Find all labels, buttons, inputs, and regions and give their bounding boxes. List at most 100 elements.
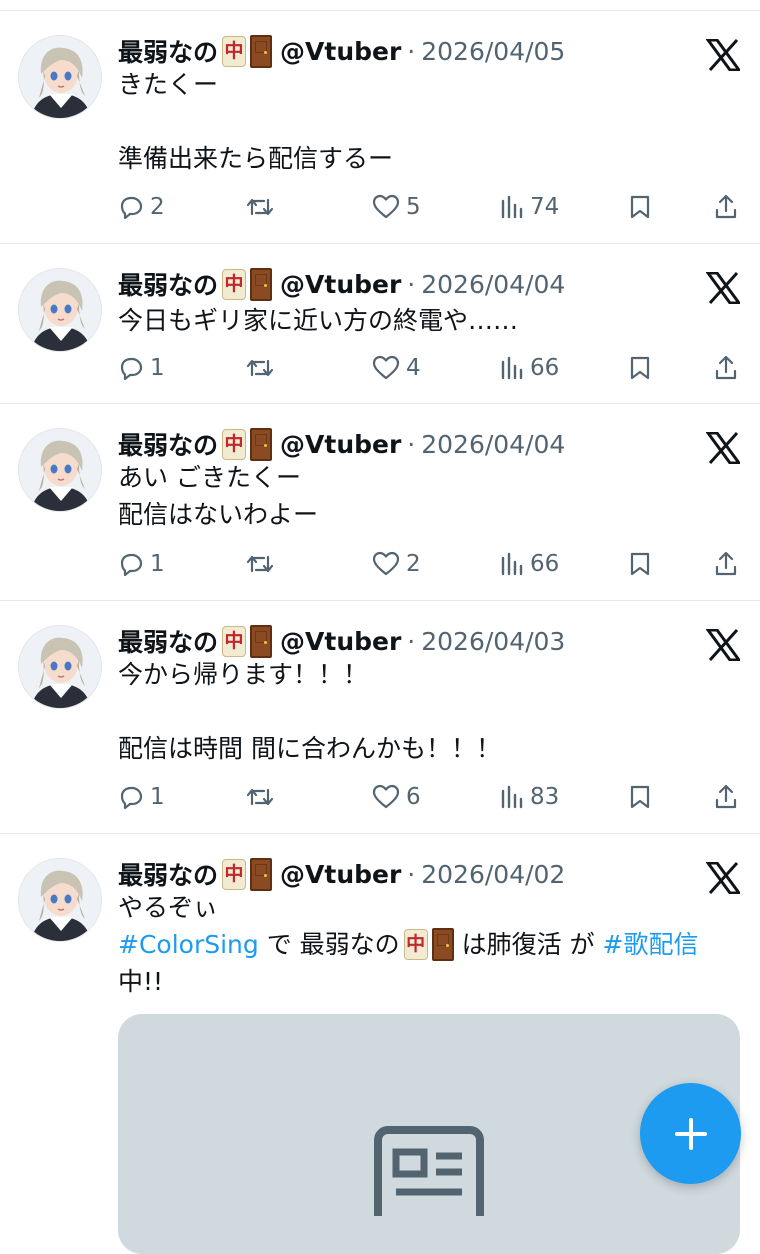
tweet-text-line: #ColorSing で 最弱なの 中 は肺復活 が #歌配信 — [118, 926, 740, 963]
avatar[interactable] — [18, 625, 102, 709]
tweet-text-line — [118, 693, 740, 730]
tweet-text: やるぞぃ #ColorSing で 最弱なの 中 は肺復活 が #歌配信 中!! — [118, 889, 740, 1000]
tweet-text-fragment: で — [258, 930, 300, 959]
reply-icon — [120, 357, 143, 381]
tweet-text: きたくー 準備出来たら配信するー — [118, 66, 740, 177]
bookmark-icon — [630, 552, 650, 576]
like-button[interactable]: 4 — [372, 348, 421, 388]
heart-icon — [372, 194, 400, 219]
share-button[interactable] — [714, 777, 744, 817]
heart-icon — [372, 784, 400, 809]
tweet-actions: 1 2 66 — [0, 544, 760, 584]
tweet-text-line — [118, 103, 740, 140]
retweet-icon — [246, 359, 274, 377]
like-count: 2 — [406, 551, 421, 577]
tweet-header: 最弱なの 中 @Vtuber · 2026/04/03 — [118, 621, 565, 661]
author-name[interactable]: 最弱なの — [118, 856, 218, 892]
door-emoji — [250, 427, 273, 461]
author-handle[interactable]: @Vtuber — [280, 627, 401, 656]
views-button[interactable]: 66 — [500, 348, 559, 388]
tweet-date[interactable]: 2026/04/04 — [421, 430, 565, 459]
like-button[interactable]: 5 — [372, 187, 421, 227]
like-count: 5 — [406, 194, 421, 220]
heart-icon — [372, 355, 400, 380]
article-icon — [374, 1126, 484, 1216]
tweet[interactable]: 最弱なの 中 @Vtuber · 2026/04/05 きたくー 準備出来たら配… — [0, 11, 760, 244]
hashtag-link[interactable]: #ColorSing — [118, 926, 259, 963]
views-count: 66 — [530, 355, 560, 381]
avatar[interactable] — [18, 428, 102, 512]
bookmark-button[interactable] — [629, 348, 657, 388]
door-emoji — [250, 624, 273, 658]
mahjong-tile-emoji: 中 — [222, 428, 247, 460]
reply-button[interactable]: 2 — [118, 187, 165, 227]
share-button[interactable] — [714, 187, 744, 227]
views-icon — [501, 195, 523, 219]
tweet-header: 最弱なの 中 @Vtuber · 2026/04/02 — [118, 854, 565, 894]
avatar[interactable] — [18, 268, 102, 352]
tweet-text: あい ごきたくー 配信はないわよー — [118, 459, 740, 533]
reply-icon — [120, 553, 143, 577]
separator: · — [407, 859, 416, 889]
retweet-button[interactable] — [246, 544, 280, 584]
author-name[interactable]: 最弱なの — [118, 266, 218, 302]
tweet-actions: 1 6 83 — [0, 777, 760, 817]
share-icon — [715, 551, 737, 576]
tweet-actions: 2 5 74 — [0, 187, 760, 227]
tweet-text-line: きたくー — [118, 70, 219, 99]
bookmark-button[interactable] — [629, 544, 657, 584]
tweet-text-line: あい ごきたくー — [118, 463, 301, 492]
author-name[interactable]: 最弱なの — [118, 33, 218, 69]
share-button[interactable] — [714, 544, 744, 584]
tweet-date[interactable]: 2026/04/05 — [421, 37, 565, 66]
author-name[interactable]: 最弱なの — [118, 623, 218, 659]
tweet[interactable]: 最弱なの 中 @Vtuber · 2026/04/03 今から帰ります！！！ 配… — [0, 601, 760, 834]
avatar[interactable] — [18, 858, 102, 942]
tweet-text-line: 今日もギリ家に近い方の終電や…… — [118, 306, 519, 335]
bookmark-button[interactable] — [629, 187, 657, 227]
views-button[interactable]: 66 — [500, 544, 559, 584]
retweet-button[interactable] — [246, 777, 280, 817]
door-emoji — [431, 928, 454, 961]
tweet-date[interactable]: 2026/04/03 — [421, 627, 565, 656]
tweet-text-fragment: 最弱なの — [299, 930, 400, 959]
share-button[interactable] — [714, 348, 744, 388]
author-handle[interactable]: @Vtuber — [280, 270, 401, 299]
tweet-date[interactable]: 2026/04/04 — [421, 270, 565, 299]
heart-icon — [372, 551, 400, 576]
reply-count: 1 — [150, 784, 165, 810]
reply-button[interactable]: 1 — [118, 544, 165, 584]
views-button[interactable]: 83 — [500, 777, 559, 817]
tweet[interactable]: 最弱なの 中 @Vtuber · 2026/04/04 今日もギリ家に近い方の終… — [0, 244, 760, 404]
like-button[interactable]: 2 — [372, 544, 421, 584]
retweet-button[interactable] — [246, 348, 280, 388]
reply-count: 1 — [150, 551, 165, 577]
tweet[interactable]: 最弱なの 中 @Vtuber · 2026/04/04 あい ごきたくー 配信は… — [0, 404, 760, 601]
tweet-header: 最弱なの 中 @Vtuber · 2026/04/04 — [118, 424, 565, 464]
bookmark-button[interactable] — [629, 777, 657, 817]
separator: · — [407, 626, 416, 656]
tweet-text-line: 配信は時間 間に合わんかも！！！ — [118, 734, 501, 763]
author-handle[interactable]: @Vtuber — [280, 860, 401, 889]
views-button[interactable]: 74 — [500, 187, 559, 227]
reply-button[interactable]: 1 — [118, 348, 165, 388]
author-handle[interactable]: @Vtuber — [280, 430, 401, 459]
retweet-button[interactable] — [246, 187, 280, 227]
tweet-text: 今日もギリ家に近い方の終電や…… — [118, 302, 740, 339]
hashtag-link[interactable]: #歌配信 — [603, 926, 699, 963]
door-emoji — [250, 34, 273, 68]
avatar[interactable] — [18, 35, 102, 119]
reply-button[interactable]: 1 — [118, 777, 165, 817]
share-icon — [715, 194, 737, 219]
like-button[interactable]: 6 — [372, 777, 421, 817]
retweet-icon — [246, 788, 274, 806]
compose-button[interactable] — [640, 1083, 741, 1184]
tweet-text-line: 配信はないわよー — [118, 500, 319, 529]
tweet-date[interactable]: 2026/04/02 — [421, 860, 565, 889]
views-count: 83 — [530, 784, 560, 810]
bookmark-icon — [630, 356, 650, 380]
author-name[interactable]: 最弱なの — [118, 426, 218, 462]
like-count: 6 — [406, 784, 421, 810]
tweet-text-line: 今から帰ります！！！ — [118, 660, 369, 689]
author-handle[interactable]: @Vtuber — [280, 37, 401, 66]
